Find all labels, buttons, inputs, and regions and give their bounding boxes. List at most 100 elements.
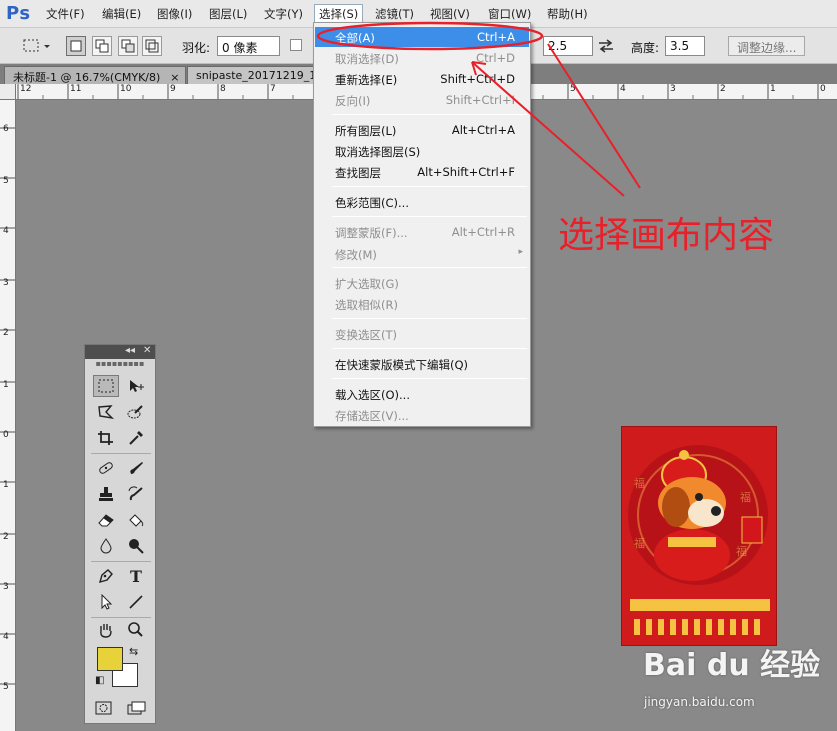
baidu-logo: Bai du 经验: [643, 648, 821, 683]
quick-mask-icon[interactable]: [95, 701, 113, 719]
menu-item-similar[interactable]: 选取相似(R): [315, 294, 529, 314]
add-to-selection-icon[interactable]: [92, 36, 112, 56]
marquee-icon: [23, 39, 50, 52]
new-selection-icon[interactable]: [66, 36, 86, 56]
menu-item-label: 反向(I): [335, 94, 371, 108]
default-colors-icon[interactable]: ◧: [95, 675, 104, 686]
tools-panel[interactable]: ◂◂ ✕ ▪▪▪▪▪▪▪▪▪ T ⇆ ◧: [84, 344, 156, 724]
menu-help[interactable]: 帮助(H): [547, 6, 588, 22]
grip-handle[interactable]: ▪▪▪▪▪▪▪▪▪: [85, 359, 155, 369]
menu-item-load-selection[interactable]: 载入选区(O)...: [315, 384, 529, 404]
ruler-tick-label: 3: [3, 582, 9, 592]
brush-icon[interactable]: [123, 457, 149, 479]
menu-item-label: 重新选择(E): [335, 73, 398, 87]
submenu-arrow-icon: ▸: [518, 247, 523, 257]
collapse-icon[interactable]: ◂◂: [125, 345, 135, 356]
ruler-tick-label: 10: [120, 84, 132, 94]
healing-brush-icon[interactable]: [93, 457, 119, 479]
refine-edge-button[interactable]: 调整边缘...: [728, 36, 806, 56]
ruler-tick-label: 3: [3, 278, 9, 288]
menu-item-label: 存储选区(V)...: [335, 409, 409, 423]
menu-view[interactable]: 视图(V): [430, 6, 470, 22]
history-brush-icon[interactable]: [123, 483, 149, 505]
marquee-preset-picker[interactable]: [22, 36, 52, 56]
pen-icon[interactable]: [93, 565, 119, 587]
document-image[interactable]: 福福福福: [621, 426, 777, 646]
zoom-tool-icon[interactable]: [123, 619, 149, 641]
menu-item-all-layers[interactable]: 所有图层(L) Alt+Ctrl+A: [315, 120, 529, 140]
line-tool-icon[interactable]: [123, 591, 149, 613]
menu-separator: [332, 216, 527, 217]
menu-file[interactable]: 文件(F): [46, 6, 85, 22]
menu-item-label: 所有图层(L): [335, 124, 397, 138]
tab-snipaste[interactable]: snipaste_20171219_1: [187, 66, 315, 84]
width-input[interactable]: 2.5: [543, 36, 593, 56]
svg-text:福: 福: [736, 544, 747, 558]
menu-item-reselect[interactable]: 重新选择(E) Shift+Ctrl+D: [315, 69, 529, 89]
menu-item-label: 载入选区(O)...: [335, 388, 410, 402]
menu-filter[interactable]: 滤镜(T): [375, 6, 414, 22]
path-selection-icon[interactable]: [93, 591, 119, 613]
menu-layer[interactable]: 图层(L): [209, 6, 247, 22]
swap-dimensions-icon[interactable]: [597, 38, 615, 57]
close-icon[interactable]: ×: [170, 71, 179, 84]
crop-icon[interactable]: [93, 427, 119, 449]
menu-item-deselect-layers[interactable]: 取消选择图层(S): [315, 141, 529, 161]
eraser-icon[interactable]: [93, 509, 119, 531]
ruler-tick-label: 3: [670, 84, 676, 94]
menu-item-deselect[interactable]: 取消选择(D) Ctrl+D: [315, 48, 529, 68]
menu-item-modify[interactable]: 修改(M) ▸: [315, 244, 529, 264]
menu-item-quick-mask-edit[interactable]: 在快速蒙版模式下编辑(Q): [315, 354, 529, 374]
dodge-icon[interactable]: [123, 535, 149, 557]
tab-untitled-1[interactable]: 未标题-1 @ 16.7%(CMYK/8) ×: [4, 66, 186, 84]
feather-input[interactable]: 0 像素: [217, 36, 280, 56]
quick-selection-icon[interactable]: [123, 401, 149, 423]
swap-colors-icon[interactable]: ⇆: [129, 645, 138, 658]
menu-item-label: 扩大选取(G): [335, 277, 399, 291]
screen-mode-icon[interactable]: [127, 701, 147, 719]
rectangular-marquee-icon[interactable]: [93, 375, 119, 397]
ruler-tick-label: 6: [3, 124, 9, 134]
clone-stamp-icon[interactable]: [93, 483, 119, 505]
ruler-tick-label: 4: [3, 632, 9, 642]
lasso-icon[interactable]: [93, 401, 119, 423]
paint-bucket-icon[interactable]: [123, 509, 149, 531]
move-tool-icon[interactable]: [123, 375, 149, 397]
menu-item-save-selection[interactable]: 存储选区(V)...: [315, 405, 529, 425]
menu-separator: [332, 348, 527, 349]
intersect-selection-icon[interactable]: [142, 36, 162, 56]
menu-item-label: 修改(M): [335, 248, 377, 262]
height-input[interactable]: 3.5: [665, 36, 705, 56]
menu-image[interactable]: 图像(I): [157, 6, 192, 22]
menu-separator: [332, 318, 527, 319]
menu-type[interactable]: 文字(Y): [264, 6, 303, 22]
menu-item-refine-mask[interactable]: 调整蒙版(F)... Alt+Ctrl+R: [315, 222, 529, 242]
menu-window[interactable]: 窗口(W): [488, 6, 531, 22]
type-tool-icon[interactable]: T: [123, 565, 149, 587]
ruler-tick-label: 11: [70, 84, 82, 94]
menu-item-shortcut: Shift+Ctrl+D: [440, 72, 515, 86]
blur-icon[interactable]: [93, 535, 119, 557]
close-icon[interactable]: ✕: [143, 345, 151, 356]
menu-item-inverse[interactable]: 反向(I) Shift+Ctrl+I: [315, 90, 529, 110]
menu-item-find-layers[interactable]: 查找图层 Alt+Shift+Ctrl+F: [315, 162, 529, 182]
menu-item-shortcut: Ctrl+D: [476, 51, 515, 65]
menu-item-label: 取消选择图层(S): [335, 145, 421, 159]
foreground-color-swatch[interactable]: [97, 647, 123, 671]
menu-item-select-all[interactable]: 全部(A) Ctrl+A: [315, 27, 529, 47]
menu-edit[interactable]: 编辑(E): [102, 6, 141, 22]
menu-item-transform-selection[interactable]: 变换选区(T): [315, 324, 529, 344]
antialias-checkbox[interactable]: [290, 39, 302, 51]
hand-tool-icon[interactable]: [93, 619, 119, 641]
select-menu-dropdown[interactable]: 全部(A) Ctrl+A 取消选择(D) Ctrl+D 重新选择(E) Shif…: [313, 22, 531, 427]
tools-panel-header[interactable]: ◂◂ ✕: [85, 345, 155, 359]
new-year-dog-illustration: 福福福福: [628, 445, 770, 635]
menu-separator: [332, 114, 527, 115]
subtract-from-selection-icon[interactable]: [118, 36, 138, 56]
menu-item-grow[interactable]: 扩大选取(G): [315, 273, 529, 293]
menu-item-label: 查找图层: [335, 166, 381, 180]
menu-select[interactable]: 选择(S): [314, 4, 364, 24]
ruler-tick-label: 1: [3, 480, 9, 490]
eyedropper-icon[interactable]: [123, 427, 149, 449]
menu-item-color-range[interactable]: 色彩范围(C)...: [315, 192, 529, 212]
